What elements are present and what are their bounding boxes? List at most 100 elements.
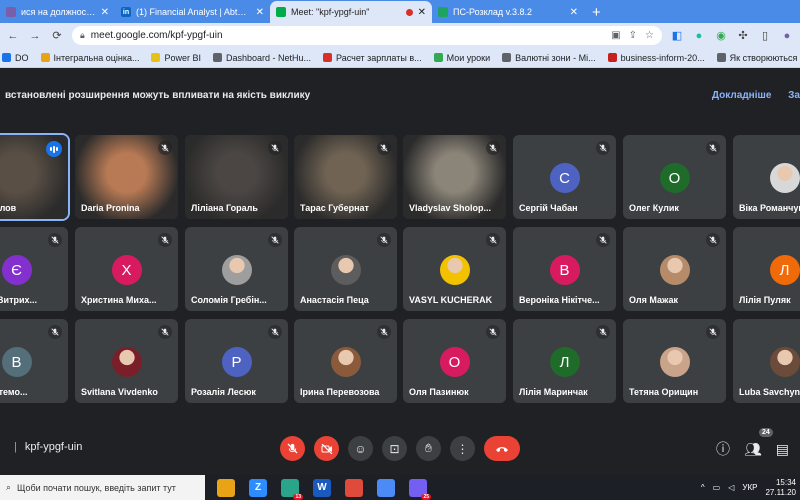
- taskbar-app-icon[interactable]: 25: [409, 478, 431, 500]
- taskbar-app-icon[interactable]: [377, 478, 395, 497]
- participant-tile[interactable]: Тетяна Орищин: [623, 319, 726, 403]
- reactions-button[interactable]: ☺: [348, 436, 373, 461]
- bookmark-label: Power BI: [164, 52, 201, 63]
- participant-tile[interactable]: В Вероніка Нікітче...: [513, 227, 616, 311]
- leave-call-button[interactable]: [484, 436, 520, 461]
- extension-icon[interactable]: ◧: [670, 29, 684, 42]
- call-controls: ☺ ⊡ ✋︎ ⋮: [280, 436, 520, 461]
- browser-tab[interactable]: Meet: "kpf-ypgf-uin" ✕: [270, 1, 432, 23]
- meeting-info-icon[interactable]: ⓘ: [716, 439, 730, 459]
- participant-tile[interactable]: VASYL KUCHERAK: [403, 227, 506, 311]
- participant-name: Сергій Чабан: [519, 203, 578, 213]
- bookmark-item[interactable]: Як створюються гр...: [716, 53, 800, 63]
- tab-close-icon[interactable]: ✕: [418, 7, 426, 18]
- taskbar-app-icon[interactable]: W: [313, 478, 331, 497]
- grammarly-icon[interactable]: ●: [692, 30, 706, 42]
- forward-icon[interactable]: →: [28, 30, 42, 42]
- network-icon[interactable]: ▭: [713, 483, 721, 492]
- tab-close-icon[interactable]: ✕: [256, 7, 264, 18]
- language-indicator[interactable]: УКР: [742, 483, 757, 492]
- taskbar-search[interactable]: ⌕ Щоби почати пошук, введіть запит тут: [0, 475, 205, 500]
- bookmark-item[interactable]: DO: [2, 53, 29, 63]
- camera-toggle-button[interactable]: [314, 436, 339, 461]
- participant-tile[interactable]: Оля Мажак: [623, 227, 726, 311]
- mic-toggle-button[interactable]: [280, 436, 305, 461]
- browser-tab[interactable]: in (1) Financial Analyst | Abto Softw ✕: [115, 1, 270, 23]
- participant-tile[interactable]: Х Христина Миха...: [75, 227, 178, 311]
- participant-tile[interactable]: Svitlana Vivdenko: [75, 319, 178, 403]
- participant-name: Олег Кулик: [629, 203, 679, 213]
- profile-avatar-icon[interactable]: ●: [780, 30, 794, 42]
- participant-tile[interactable]: Тарас Губернат: [294, 135, 397, 219]
- bookmark-favicon-icon: [40, 53, 50, 62]
- extension-2-icon[interactable]: ◉: [714, 29, 728, 42]
- camera-permission-icon[interactable]: ▣: [611, 30, 620, 41]
- extensions-puzzle-icon[interactable]: ✣: [736, 29, 750, 42]
- emoji-icon: ☺: [354, 441, 367, 456]
- back-icon[interactable]: ←: [6, 30, 20, 42]
- participant-tile[interactable]: Анастасія Пеца: [294, 227, 397, 311]
- raise-hand-button[interactable]: ✋︎: [416, 436, 441, 461]
- address-bar[interactable]: 🔒︎ meet.google.com/kpf-ypgf-uin ▣ ⇪ ☆: [72, 26, 662, 45]
- bookmark-label: Dashboard - NetHu...: [226, 52, 312, 63]
- participant-tile[interactable]: О Олег Кулик: [623, 135, 726, 219]
- participant-tile[interactable]: Ліліана Гораль: [185, 135, 288, 219]
- participant-tile[interactable]: Daria Pronina: [75, 135, 178, 219]
- participant-name: Тарас Губернат: [300, 203, 369, 213]
- participant-name: рахій Витрих...: [0, 295, 38, 305]
- participant-tile[interactable]: Л Лілія Пуляк: [733, 227, 800, 311]
- hand-icon: ✋︎: [425, 441, 432, 455]
- participant-tile[interactable]: Л Лілія Маринчак: [513, 319, 616, 403]
- browser-tab[interactable]: ися на должность «Finan ✕: [0, 1, 115, 23]
- mic-muted-icon: [596, 233, 610, 247]
- present-screen-button[interactable]: ⊡: [382, 436, 407, 461]
- taskbar-app-icon[interactable]: Z: [249, 478, 267, 497]
- taskbar-app-icon[interactable]: 13: [281, 478, 303, 500]
- participant-tile[interactable]: Михайлов: [0, 133, 70, 221]
- mic-muted-icon: [268, 141, 282, 155]
- participant-avatar: Х: [111, 255, 142, 285]
- bookmark-item[interactable]: Расчет зарплаты в...: [323, 53, 422, 63]
- learn-more-link[interactable]: Докладніше: [712, 90, 771, 101]
- participant-tile[interactable]: Соломія Гребін...: [185, 227, 288, 311]
- participant-tile[interactable]: О Оля Пазинюк: [403, 319, 506, 403]
- participant-tile[interactable]: Єрахій Витрих...: [0, 227, 68, 311]
- participant-tile[interactable]: Врія Артемо...: [0, 319, 68, 403]
- participant-tile[interactable]: Р Розалія Лесюк: [185, 319, 288, 403]
- more-options-button[interactable]: ⋮: [450, 436, 475, 461]
- speaking-indicator-icon: [46, 141, 62, 157]
- participant-tile[interactable]: С Сергій Чабан: [513, 135, 616, 219]
- clock[interactable]: 15:34 27.11.20: [765, 478, 796, 498]
- tab-close-icon[interactable]: ✕: [101, 7, 109, 18]
- mic-muted-icon: [268, 325, 282, 339]
- bookmark-item[interactable]: Power BI: [151, 53, 201, 63]
- new-tab-button[interactable]: +: [584, 1, 609, 23]
- bookmark-item[interactable]: business-inform-20...: [607, 52, 705, 63]
- tray-chevron-icon[interactable]: ^: [701, 483, 705, 492]
- participant-tile[interactable]: Luba Savchyn: [733, 319, 800, 403]
- dismiss-banner-button[interactable]: За: [788, 90, 800, 101]
- reload-icon[interactable]: ⟳: [50, 29, 64, 42]
- participant-tile[interactable]: Vladyslav Sholop...: [403, 135, 506, 219]
- bookmark-label: business-inform-20...: [620, 52, 705, 63]
- people-icon[interactable]: 👥︎: [744, 441, 762, 458]
- participant-tile[interactable]: Ірина Перевозова: [294, 319, 397, 403]
- taskbar-search-placeholder: Щоби почати пошук, введіть запит тут: [17, 482, 176, 493]
- participant-tile[interactable]: Віка Романчук: [733, 135, 800, 219]
- tab-close-icon[interactable]: ✕: [570, 7, 578, 18]
- sidebar-icon[interactable]: ▯: [758, 29, 772, 42]
- taskbar-app-icon[interactable]: [345, 478, 363, 497]
- bookmark-item[interactable]: Валютні зони - Mi...: [502, 53, 596, 63]
- bookmark-item[interactable]: Інтегральна оцінка...: [40, 53, 139, 63]
- chat-icon[interactable]: ▤: [776, 441, 789, 458]
- bookmark-item[interactable]: Dashboard - NetHu...: [213, 53, 311, 63]
- taskbar-app-icon[interactable]: [217, 478, 235, 497]
- participant-count-badge: 24: [759, 428, 773, 437]
- volume-icon[interactable]: ◁: [728, 483, 734, 492]
- tab-favicon-icon: [6, 7, 16, 17]
- participant-avatar: Л: [769, 255, 800, 285]
- bookmark-star-icon[interactable]: ☆: [645, 30, 654, 41]
- bookmark-item[interactable]: Мои уроки: [433, 53, 490, 63]
- browser-tab[interactable]: ПС-Розклад v.3.8.2 ✕: [432, 1, 584, 23]
- share-icon[interactable]: ⇪: [629, 30, 637, 41]
